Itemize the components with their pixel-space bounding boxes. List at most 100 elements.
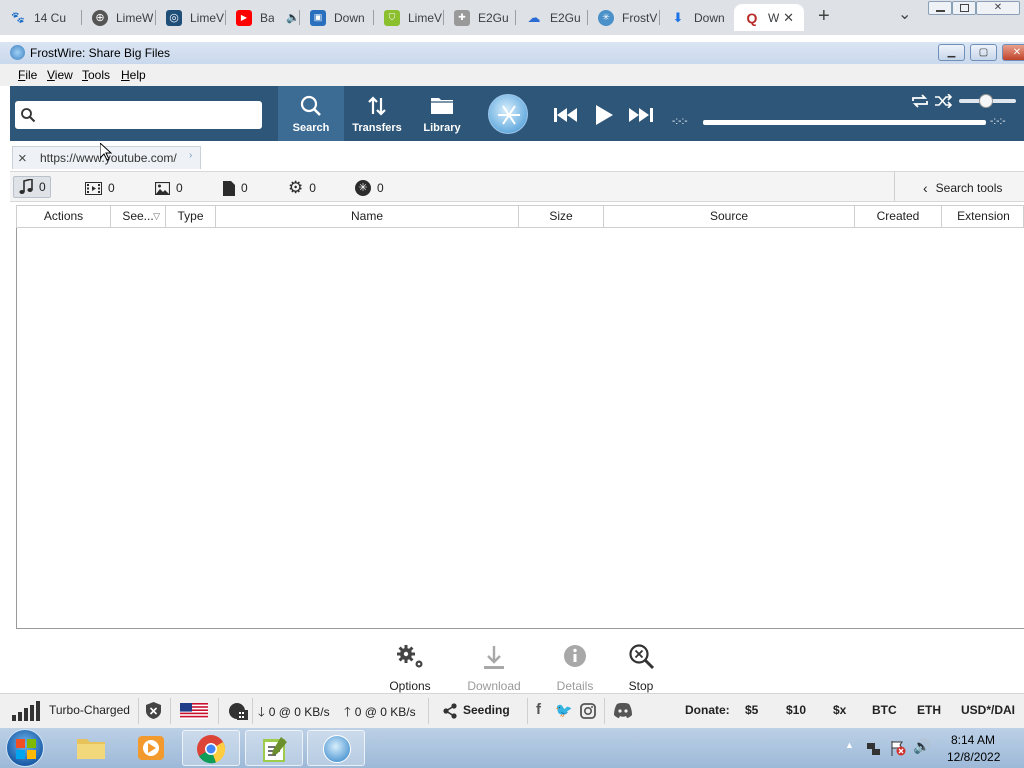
- browser-tab[interactable]: ✚ E2Gu: [444, 4, 516, 31]
- filter-programs[interactable]: ⚙ 0: [288, 178, 316, 198]
- filter-torrents[interactable]: ✳ 0: [355, 178, 384, 198]
- frostwire-icon: ✳: [598, 9, 614, 26]
- column-type[interactable]: Type: [166, 206, 216, 227]
- browser-tab[interactable]: ⊕ LimeW: [82, 4, 156, 31]
- filter-documents[interactable]: 0: [223, 178, 248, 198]
- menu-tools[interactable]: Tools: [82, 68, 110, 82]
- donate-eth-button[interactable]: ETH: [917, 703, 941, 717]
- instagram-icon[interactable]: [580, 703, 596, 719]
- browser-tab[interactable]: ▶ Ba 🔈: [226, 4, 300, 31]
- donate-10-button[interactable]: $10: [786, 703, 806, 717]
- taskbar-frostwire[interactable]: [307, 730, 365, 766]
- column-source[interactable]: Source: [604, 206, 855, 227]
- twitter-icon[interactable]: 🐦: [555, 702, 572, 719]
- details-button[interactable]: Details: [540, 640, 610, 693]
- network-icon[interactable]: [866, 741, 882, 757]
- bandwidth-icon[interactable]: [227, 701, 249, 721]
- action-center-flag-icon[interactable]: [890, 740, 906, 756]
- us-flag-icon[interactable]: [180, 703, 208, 719]
- volume-slider[interactable]: [959, 94, 1016, 108]
- close-button[interactable]: ✕: [1002, 44, 1024, 61]
- seek-bar[interactable]: [703, 120, 986, 125]
- donate-btc-button[interactable]: BTC: [872, 703, 897, 717]
- browser-tab[interactable]: ⛉ LimeV: [374, 4, 444, 31]
- search-tools-button[interactable]: ‹ Search tools: [923, 178, 1002, 198]
- taskbar-file-explorer[interactable]: [62, 730, 120, 766]
- browser-close-button[interactable]: ✕: [976, 1, 1020, 15]
- close-tab-icon[interactable]: ✕: [783, 10, 794, 26]
- search-icon: [21, 108, 36, 123]
- browser-tab[interactable]: ☁ E2Gu: [516, 4, 588, 31]
- search-field[interactable]: [15, 101, 262, 129]
- tab-scroll-icon: ›: [189, 150, 193, 161]
- speaker-icon[interactable]: 🔈: [286, 11, 300, 24]
- transfers-tab-button[interactable]: Transfers: [344, 86, 410, 141]
- column-extension[interactable]: Extension: [942, 206, 1024, 227]
- tab-title: W: [768, 10, 780, 25]
- menu-help[interactable]: Help: [121, 68, 146, 82]
- clock-time[interactable]: 8:14 AM: [951, 733, 995, 747]
- search-tab-button[interactable]: Search: [278, 86, 344, 141]
- windows-app-icon: ▣: [310, 9, 326, 26]
- minimize-button[interactable]: ▁: [938, 44, 965, 61]
- donate-usd-dai-button[interactable]: USD*/DAI: [961, 703, 1015, 717]
- browser-tab[interactable]: ◎ LimeV: [156, 4, 226, 31]
- stop-button[interactable]: Stop: [606, 640, 676, 693]
- menu-view[interactable]: View: [47, 68, 73, 82]
- taskbar-notepad[interactable]: [245, 730, 303, 766]
- library-tab-button[interactable]: Library: [409, 86, 475, 141]
- download-button[interactable]: Download: [459, 640, 529, 693]
- next-track-icon[interactable]: [629, 108, 653, 122]
- results-table-body[interactable]: [16, 228, 1024, 629]
- filter-images[interactable]: 0: [155, 178, 183, 198]
- time-total: -:-:-: [990, 116, 1006, 127]
- column-name[interactable]: Name: [216, 206, 519, 227]
- tab-title: LimeV: [408, 10, 443, 25]
- browser-minimize-button[interactable]: [928, 1, 952, 15]
- cloud-icon: ☁: [527, 9, 541, 25]
- start-button[interactable]: [6, 729, 44, 767]
- options-button[interactable]: Options: [375, 640, 445, 693]
- window-title: FrostWire: Share Big Files: [30, 46, 171, 60]
- snowflake-icon: [498, 105, 520, 125]
- shuffle-icon[interactable]: [934, 94, 952, 108]
- donate-5-button[interactable]: $5: [745, 703, 758, 717]
- vpn-shield-icon[interactable]: [146, 702, 161, 719]
- browser-tab-active[interactable]: Q W ✕: [734, 4, 804, 31]
- repeat-icon[interactable]: [911, 94, 929, 108]
- menu-file[interactable]: File: [18, 68, 37, 82]
- browser-tab[interactable]: ⬇ Down: [660, 4, 734, 31]
- volume-knob[interactable]: [979, 94, 993, 108]
- sort-descending-icon: ▽: [153, 211, 160, 221]
- windows-logo-icon: [16, 739, 36, 759]
- browser-tab[interactable]: 🐾 14 Cu: [0, 4, 82, 31]
- discord-icon[interactable]: [613, 703, 633, 718]
- signal-strength-icon: [12, 701, 40, 721]
- filter-audio[interactable]: 0: [13, 176, 51, 198]
- previous-track-icon[interactable]: [554, 108, 578, 122]
- maximize-button[interactable]: ▢: [970, 44, 997, 61]
- column-seeds[interactable]: See... ▽: [111, 206, 166, 227]
- clock-date[interactable]: 12/8/2022: [947, 750, 1000, 764]
- facebook-icon[interactable]: f: [536, 701, 541, 718]
- filter-video[interactable]: 0: [85, 178, 115, 198]
- browser-tab[interactable]: ▣ Down: [300, 4, 374, 31]
- browser-tab[interactable]: ✳ FrostV: [588, 4, 660, 31]
- column-actions[interactable]: Actions: [17, 206, 111, 227]
- donate-custom-button[interactable]: $x: [833, 703, 846, 717]
- tab-title: 14 Cu: [34, 10, 67, 25]
- tab-search-button[interactable]: ⌄: [898, 4, 911, 24]
- taskbar-media-player[interactable]: [122, 730, 180, 766]
- close-tab-icon[interactable]: ×: [18, 150, 27, 167]
- browser-maximize-button[interactable]: [952, 1, 976, 15]
- column-created[interactable]: Created: [855, 206, 942, 227]
- new-tab-button[interactable]: +: [818, 5, 830, 28]
- search-input[interactable]: [39, 105, 254, 125]
- volume-icon[interactable]: 🔊: [913, 738, 930, 755]
- taskbar-chrome[interactable]: [182, 730, 240, 766]
- play-icon[interactable]: [596, 105, 613, 125]
- column-size[interactable]: Size: [519, 206, 604, 227]
- seeding-toggle[interactable]: Seeding: [463, 703, 510, 717]
- show-hidden-icons-button[interactable]: ▲: [845, 740, 854, 750]
- frostwire-logo-button[interactable]: [488, 94, 528, 134]
